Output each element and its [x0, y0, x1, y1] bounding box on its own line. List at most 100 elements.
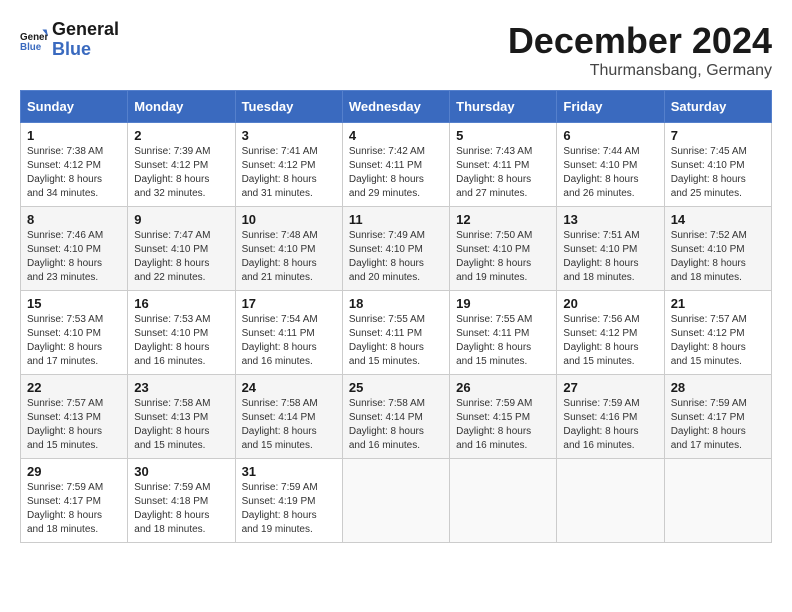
calendar-day-cell: 1 Sunrise: 7:38 AMSunset: 4:12 PMDaylight… — [21, 123, 128, 207]
month-title: December 2024 — [508, 20, 772, 62]
calendar-day-cell: 29 Sunrise: 7:59 AMSunset: 4:17 PMDayligh… — [21, 459, 128, 543]
day-number: 3 — [242, 128, 336, 143]
day-number: 16 — [134, 296, 228, 311]
calendar-day-cell: 23Sunrise: 7:58 AMSunset: 4:13 PMDayligh… — [128, 375, 235, 459]
calendar-day-cell: 22Sunrise: 7:57 AMSunset: 4:13 PMDayligh… — [21, 375, 128, 459]
day-number: 1 — [27, 128, 121, 143]
calendar-table: SundayMondayTuesdayWednesdayThursdayFrid… — [20, 90, 772, 543]
calendar-week-row: 15 Sunrise: 7:53 AMSunset: 4:10 PMDayligh… — [21, 291, 772, 375]
day-info: Sunrise: 7:59 AMSunset: 4:16 PMDaylight:… — [563, 397, 657, 453]
day-number: 9 — [134, 212, 228, 227]
calendar-day-cell — [342, 459, 449, 543]
day-info: Sunrise: 7:43 AMSunset: 4:11 PMDaylight:… — [456, 145, 550, 201]
day-number: 19 — [456, 296, 550, 311]
calendar-day-cell: 25 Sunrise: 7:58 AMSunset: 4:14 PMDayligh… — [342, 375, 449, 459]
day-number: 22 — [27, 380, 121, 395]
location: Thurmansbang, Germany — [508, 62, 772, 80]
day-number: 17 — [242, 296, 336, 311]
calendar-day-cell: 19 Sunrise: 7:55 AMSunset: 4:11 PMDayligh… — [450, 291, 557, 375]
day-info: Sunrise: 7:54 AMSunset: 4:11 PMDaylight:… — [242, 313, 336, 369]
day-number: 5 — [456, 128, 550, 143]
day-number: 8 — [27, 212, 121, 227]
day-number: 11 — [349, 212, 443, 227]
calendar-day-cell: 31 Sunrise: 7:59 AMSunset: 4:19 PMDayligh… — [235, 459, 342, 543]
day-info: Sunrise: 7:55 AMSunset: 4:11 PMDaylight:… — [456, 313, 550, 369]
day-number: 24 — [242, 380, 336, 395]
day-info: Sunrise: 7:42 AMSunset: 4:11 PMDaylight:… — [349, 145, 443, 201]
day-info: Sunrise: 7:53 AMSunset: 4:10 PMDaylight:… — [27, 313, 121, 369]
day-number: 18 — [349, 296, 443, 311]
weekday-header: Saturday — [664, 91, 771, 123]
calendar-week-row: 29 Sunrise: 7:59 AMSunset: 4:17 PMDayligh… — [21, 459, 772, 543]
calendar-day-cell: 4Sunrise: 7:42 AMSunset: 4:11 PMDaylight… — [342, 123, 449, 207]
weekday-header-row: SundayMondayTuesdayWednesdayThursdayFrid… — [21, 91, 772, 123]
calendar-day-cell: 14 Sunrise: 7:52 AMSunset: 4:10 PMDayligh… — [664, 207, 771, 291]
calendar-day-cell: 16 Sunrise: 7:53 AMSunset: 4:10 PMDayligh… — [128, 291, 235, 375]
day-number: 31 — [242, 464, 336, 479]
calendar-day-cell: 17 Sunrise: 7:54 AMSunset: 4:11 PMDayligh… — [235, 291, 342, 375]
logo-line1: General — [52, 20, 119, 40]
day-number: 25 — [349, 380, 443, 395]
calendar-day-cell — [557, 459, 664, 543]
day-number: 15 — [27, 296, 121, 311]
calendar-day-cell: 28 Sunrise: 7:59 AMSunset: 4:17 PMDayligh… — [664, 375, 771, 459]
calendar-day-cell: 12 Sunrise: 7:50 AMSunset: 4:10 PMDayligh… — [450, 207, 557, 291]
day-number: 12 — [456, 212, 550, 227]
day-info: Sunrise: 7:39 AMSunset: 4:12 PMDaylight:… — [134, 145, 228, 201]
calendar-day-cell — [664, 459, 771, 543]
calendar-week-row: 22Sunrise: 7:57 AMSunset: 4:13 PMDayligh… — [21, 375, 772, 459]
logo-icon: General Blue — [20, 26, 48, 54]
calendar-day-cell: 10 Sunrise: 7:48 AMSunset: 4:10 PMDayligh… — [235, 207, 342, 291]
calendar-day-cell: 6 Sunrise: 7:44 AMSunset: 4:10 PMDaylight… — [557, 123, 664, 207]
day-info: Sunrise: 7:44 AMSunset: 4:10 PMDaylight:… — [563, 145, 657, 201]
calendar-day-cell: 30Sunrise: 7:59 AMSunset: 4:18 PMDayligh… — [128, 459, 235, 543]
calendar-day-cell: 11 Sunrise: 7:49 AMSunset: 4:10 PMDayligh… — [342, 207, 449, 291]
day-number: 10 — [242, 212, 336, 227]
day-info: Sunrise: 7:52 AMSunset: 4:10 PMDaylight:… — [671, 229, 765, 285]
day-number: 30 — [134, 464, 228, 479]
day-info: Sunrise: 7:56 AMSunset: 4:12 PMDaylight:… — [563, 313, 657, 369]
calendar-day-cell: 13Sunrise: 7:51 AMSunset: 4:10 PMDayligh… — [557, 207, 664, 291]
calendar-day-cell: 3 Sunrise: 7:41 AMSunset: 4:12 PMDaylight… — [235, 123, 342, 207]
day-number: 13 — [563, 212, 657, 227]
day-info: Sunrise: 7:49 AMSunset: 4:10 PMDaylight:… — [349, 229, 443, 285]
calendar-day-cell: 27 Sunrise: 7:59 AMSunset: 4:16 PMDayligh… — [557, 375, 664, 459]
day-info: Sunrise: 7:47 AMSunset: 4:10 PMDaylight:… — [134, 229, 228, 285]
day-number: 2 — [134, 128, 228, 143]
day-info: Sunrise: 7:58 AMSunset: 4:14 PMDaylight:… — [242, 397, 336, 453]
day-info: Sunrise: 7:59 AMSunset: 4:15 PMDaylight:… — [456, 397, 550, 453]
day-info: Sunrise: 7:59 AMSunset: 4:19 PMDaylight:… — [242, 481, 336, 537]
day-number: 14 — [671, 212, 765, 227]
day-info: Sunrise: 7:38 AMSunset: 4:12 PMDaylight:… — [27, 145, 121, 201]
calendar-day-cell: 2 Sunrise: 7:39 AMSunset: 4:12 PMDaylight… — [128, 123, 235, 207]
day-info: Sunrise: 7:59 AMSunset: 4:17 PMDaylight:… — [671, 397, 765, 453]
day-info: Sunrise: 7:55 AMSunset: 4:11 PMDaylight:… — [349, 313, 443, 369]
day-info: Sunrise: 7:46 AMSunset: 4:10 PMDaylight:… — [27, 229, 121, 285]
page-header: General Blue General Blue December 2024 … — [20, 20, 772, 80]
weekday-header: Wednesday — [342, 91, 449, 123]
day-info: Sunrise: 7:48 AMSunset: 4:10 PMDaylight:… — [242, 229, 336, 285]
title-area: December 2024 Thurmansbang, Germany — [508, 20, 772, 80]
day-info: Sunrise: 7:41 AMSunset: 4:12 PMDaylight:… — [242, 145, 336, 201]
day-number: 28 — [671, 380, 765, 395]
day-info: Sunrise: 7:58 AMSunset: 4:14 PMDaylight:… — [349, 397, 443, 453]
day-info: Sunrise: 7:50 AMSunset: 4:10 PMDaylight:… — [456, 229, 550, 285]
day-info: Sunrise: 7:53 AMSunset: 4:10 PMDaylight:… — [134, 313, 228, 369]
calendar-day-cell: 5 Sunrise: 7:43 AMSunset: 4:11 PMDaylight… — [450, 123, 557, 207]
day-number: 27 — [563, 380, 657, 395]
weekday-header: Thursday — [450, 91, 557, 123]
calendar-day-cell: 7Sunrise: 7:45 AMSunset: 4:10 PMDaylight… — [664, 123, 771, 207]
day-info: Sunrise: 7:57 AMSunset: 4:12 PMDaylight:… — [671, 313, 765, 369]
day-info: Sunrise: 7:59 AMSunset: 4:17 PMDaylight:… — [27, 481, 121, 537]
weekday-header: Tuesday — [235, 91, 342, 123]
day-info: Sunrise: 7:45 AMSunset: 4:10 PMDaylight:… — [671, 145, 765, 201]
day-number: 6 — [563, 128, 657, 143]
day-info: Sunrise: 7:58 AMSunset: 4:13 PMDaylight:… — [134, 397, 228, 453]
svg-text:Blue: Blue — [20, 42, 42, 53]
weekday-header: Monday — [128, 91, 235, 123]
calendar-day-cell: 26Sunrise: 7:59 AMSunset: 4:15 PMDayligh… — [450, 375, 557, 459]
logo-line2: Blue — [52, 40, 119, 60]
logo: General Blue General Blue — [20, 20, 119, 60]
day-number: 29 — [27, 464, 121, 479]
weekday-header: Sunday — [21, 91, 128, 123]
